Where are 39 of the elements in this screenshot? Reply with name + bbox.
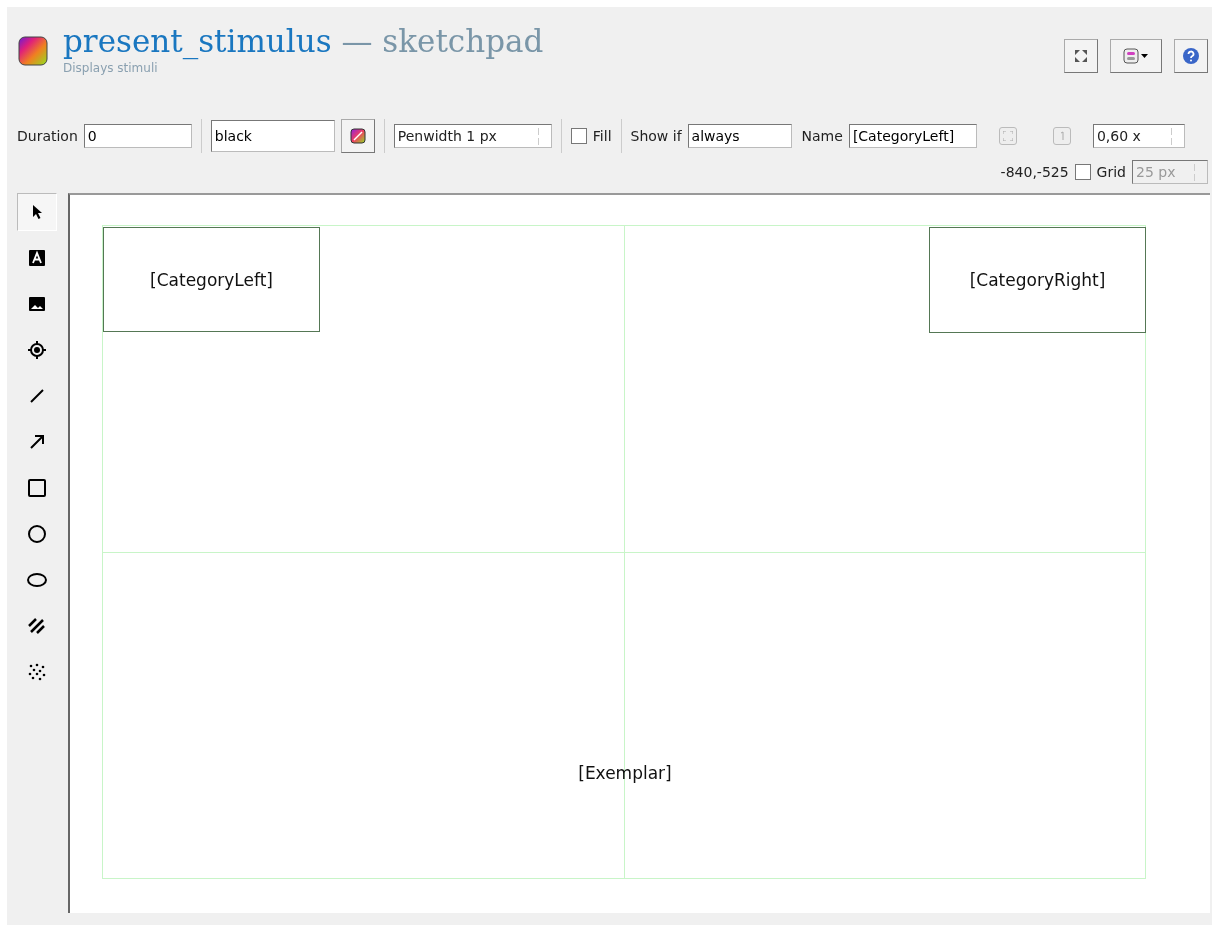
circle-icon	[27, 524, 47, 544]
stripes-icon	[27, 616, 47, 636]
fill-label: Fill	[592, 128, 612, 144]
labeled-rectangle: [CategoryLeft]	[103, 227, 320, 332]
help-icon	[1182, 47, 1200, 65]
square-icon	[27, 478, 47, 498]
pointer-tool-button[interactable]	[17, 193, 57, 231]
canvas-text: [Exemplar]	[577, 762, 673, 785]
target-icon	[27, 340, 47, 360]
fill-checkbox[interactable]	[570, 128, 587, 144]
duration-label: Duration	[17, 128, 78, 144]
grid-label: Grid	[1096, 164, 1126, 180]
show-if-label: Show if	[630, 128, 682, 144]
item-type: sketchpad	[382, 23, 544, 59]
title-separator: —	[341, 23, 373, 59]
maximize-button[interactable]	[1064, 39, 1098, 73]
sketchpad-canvas[interactable]: [CategoryLeft] [CategoryRight] [Exemplar]	[68, 193, 1210, 913]
dots-icon	[27, 662, 47, 682]
labeled-rectangle: [CategoryRight]	[929, 227, 1146, 333]
cursor-coordinates: -840,-525	[1000, 164, 1069, 180]
options-button[interactable]	[1110, 39, 1162, 73]
toggle-dropdown-icon	[1123, 48, 1149, 64]
sketchpad-icon	[18, 36, 48, 66]
help-button[interactable]	[1174, 39, 1208, 73]
ellipse-icon	[27, 570, 47, 590]
penwidth-spinbox[interactable]: Penwidth 1 px	[393, 124, 552, 148]
color-picker-button[interactable]	[340, 119, 375, 153]
item-name[interactable]: present_stimulus	[63, 23, 332, 59]
duration-field[interactable]: 0	[83, 124, 192, 148]
name-label: Name	[801, 128, 843, 144]
show-if-field[interactable]: always	[687, 124, 792, 148]
text-icon	[27, 248, 47, 268]
maximize-icon	[1074, 49, 1088, 63]
name-field[interactable]: [CategoryLeft]	[848, 124, 977, 148]
grid-checkbox[interactable]	[1074, 164, 1091, 180]
image-icon	[27, 294, 47, 314]
color-field[interactable]: black	[210, 120, 335, 152]
color-picker-icon	[349, 128, 366, 144]
zoom-spinbox[interactable]: 0,60 x	[1092, 124, 1185, 148]
